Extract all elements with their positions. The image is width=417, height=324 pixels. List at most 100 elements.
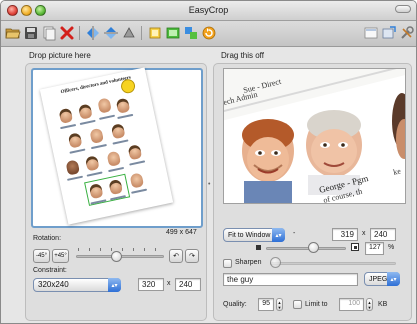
toolbar-toggle-button[interactable]: [395, 5, 411, 13]
fit-icon[interactable]: [165, 25, 181, 41]
zoom-small-icon: [256, 245, 261, 250]
popup-arrows-icon: ▴▾: [108, 278, 121, 292]
screenshot-icon[interactable]: [363, 25, 379, 41]
photo-face: [115, 97, 131, 114]
photo-caption: [131, 188, 148, 194]
rotate-right-icon: ↷: [189, 253, 195, 260]
sharpen-checkbox[interactable]: [223, 259, 232, 268]
limit-stepper[interactable]: ▲ ▼: [366, 298, 373, 311]
tools-icon[interactable]: [399, 25, 415, 41]
photo-caption: [66, 175, 84, 181]
toolbar: [1, 21, 416, 47]
photo-caption: [112, 139, 129, 145]
smiley-icon: [119, 77, 137, 95]
slider-tick: [144, 248, 145, 251]
rotate-right-button[interactable]: ↷: [185, 249, 199, 263]
photo-caption: [86, 171, 103, 177]
photo-face: [84, 155, 100, 172]
save-icon[interactable]: [23, 25, 39, 41]
crop-icon[interactable]: [147, 25, 163, 41]
quality-field[interactable]: 95: [258, 298, 274, 311]
zoom-field[interactable]: 127: [365, 242, 384, 255]
photo-caption: [108, 166, 125, 173]
popup-arrows-icon: ▴▾: [272, 228, 285, 242]
drag-this-off-label: Drag this off: [221, 51, 264, 60]
output-height-field[interactable]: 240: [370, 228, 396, 241]
flip-horizontal-icon[interactable]: [85, 25, 101, 41]
slider-tick: [78, 248, 79, 251]
open-folder-icon[interactable]: [5, 25, 21, 41]
photo-caption: [117, 113, 134, 120]
source-image[interactable]: Officers, directors and volunteers: [39, 67, 174, 225]
toolbar-separator: [141, 26, 142, 40]
photo-caption: [90, 143, 107, 150]
slider-tick: [155, 248, 156, 251]
zoom-slider-track[interactable]: [266, 247, 346, 250]
constraint-select[interactable]: 320x240 ▴▾: [33, 278, 121, 292]
zoom-large-icon: [351, 243, 359, 251]
zoom-slider-knob[interactable]: [308, 242, 319, 253]
undo-icon[interactable]: [201, 25, 217, 41]
cropped-photo[interactable]: Sue - Direct ech Admin George - Pgm of c…: [224, 69, 406, 204]
popup-arrows-icon: ▴▾: [387, 272, 400, 286]
rotate-ccw-45-button[interactable]: -45°: [33, 249, 50, 263]
dimension-x-label: x: [362, 230, 366, 237]
photo-caption: [79, 119, 96, 126]
rotate-left-button[interactable]: ↶: [169, 249, 183, 263]
limit-size-field[interactable]: 100: [339, 298, 364, 311]
slider-tick: [133, 248, 134, 251]
toolbar-separator: [79, 26, 80, 40]
rotate-icon[interactable]: [121, 25, 137, 41]
image-size-label: 499 x 647: [166, 229, 197, 236]
share-icon[interactable]: [381, 25, 397, 41]
panel-splitter-handle[interactable]: •: [208, 181, 210, 188]
quality-label: Quality:: [223, 301, 247, 308]
fit-minus-label: -: [293, 230, 296, 237]
fit-mode-value: Fit to Window: [228, 232, 271, 239]
sharpen-slider-knob[interactable]: [270, 257, 281, 268]
photo-face: [58, 107, 74, 124]
filename-field[interactable]: the guy: [223, 273, 358, 286]
slider-tick: [111, 248, 112, 251]
rotate-ccw-45-label: -45°: [35, 253, 48, 259]
photo-caption: [129, 160, 146, 166]
drop-picture-label: Drop picture here: [29, 51, 91, 60]
slider-tick: [89, 248, 90, 251]
format-value: JPEG: [369, 276, 388, 283]
photo-face: [65, 159, 81, 176]
zoom-unit-label: %: [388, 244, 395, 251]
main-content: Drop picture here Officers, directors an…: [1, 47, 416, 323]
photo-caption: [99, 114, 116, 120]
photo-face: [78, 103, 93, 120]
rotate-cw-45-button[interactable]: +45°: [52, 249, 69, 263]
delete-icon[interactable]: [59, 25, 75, 41]
output-panel: Sue - Direct ech Admin George - Pgm of c…: [213, 63, 412, 321]
limit-label: Limit to: [305, 301, 328, 308]
source-panel: Officers, directors and volunteers 499 x…: [25, 63, 207, 321]
output-width-field[interactable]: 319: [332, 228, 358, 241]
quality-stepper[interactable]: ▲ ▼: [276, 298, 283, 311]
rotation-slider-knob[interactable]: [111, 251, 122, 262]
sharpen-slider-track[interactable]: [270, 262, 396, 265]
title-bar: EasyCrop: [1, 1, 416, 21]
constraint-value: 320x240: [38, 280, 69, 289]
photo-face: [67, 132, 83, 149]
fit-mode-select[interactable]: Fit to Window ▴▾: [223, 228, 285, 242]
slider-tick: [122, 248, 123, 251]
photo-face: [129, 172, 145, 189]
photo-face: [127, 144, 143, 161]
app-window: EasyCrop Drop picture here Officers, dir…: [0, 0, 417, 324]
flip-vertical-icon[interactable]: [103, 25, 119, 41]
output-preview[interactable]: Sue - Direct ech Admin George - Pgm of c…: [223, 68, 406, 204]
dimension-x-label: x: [167, 280, 171, 287]
photo-face: [89, 127, 104, 144]
format-select[interactable]: JPEG ▴▾: [364, 272, 400, 286]
limit-unit-label: KB: [378, 301, 388, 308]
rotate-cw-45-label: +45°: [54, 253, 67, 259]
sync-icon[interactable]: [183, 25, 199, 41]
limit-checkbox[interactable]: [293, 300, 302, 309]
copy-icon[interactable]: [41, 25, 57, 41]
constraint-height-field[interactable]: 240: [175, 278, 201, 291]
source-image-well[interactable]: Officers, directors and volunteers: [31, 67, 203, 228]
constraint-width-field[interactable]: 320: [138, 278, 164, 291]
